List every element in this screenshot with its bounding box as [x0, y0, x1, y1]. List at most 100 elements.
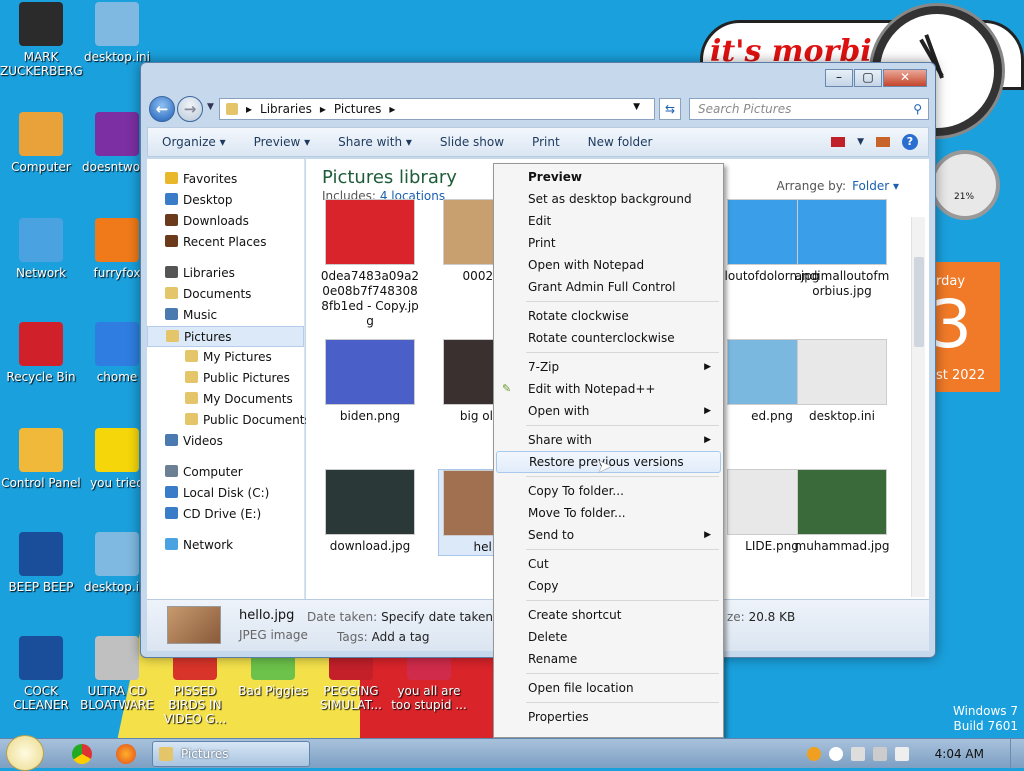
- sidebar-item-label: Music: [183, 308, 218, 322]
- sidebar-item[interactable]: My Documents: [147, 389, 304, 410]
- scrollbar-thumb[interactable]: [914, 257, 924, 347]
- sidebar-item[interactable]: Favorites: [147, 169, 304, 190]
- vertical-scrollbar[interactable]: [911, 217, 925, 597]
- context-menu-item[interactable]: Properties: [496, 706, 721, 728]
- sidebar-item[interactable]: Videos: [147, 431, 304, 452]
- context-menu-item[interactable]: Create shortcut: [496, 604, 721, 626]
- sidebar-item[interactable]: Downloads: [147, 211, 304, 232]
- arrange-by-dropdown[interactable]: Folder ▾: [852, 179, 899, 193]
- sidebar-item[interactable]: Recent Places: [147, 232, 304, 253]
- forward-button[interactable]: →: [177, 96, 203, 122]
- sidebar-item[interactable]: Public Documents: [147, 410, 311, 431]
- sidebar-item[interactable]: Libraries: [147, 263, 304, 284]
- file-tile[interactable]: 0dea7483a09a20e08b7f7483088fb1ed - Copy.…: [320, 199, 420, 329]
- context-menu-item[interactable]: Rotate counterclockwise: [496, 327, 721, 349]
- sidebar-item[interactable]: CD Drive (E:): [147, 504, 304, 525]
- context-menu-item[interactable]: 7-Zip ▶: [496, 356, 721, 378]
- menu-separator: [526, 600, 719, 601]
- help-icon[interactable]: ?: [902, 134, 918, 150]
- desktop-icon[interactable]: BEEP BEEP: [0, 532, 82, 594]
- file-tile[interactable]: download.jpg: [320, 469, 420, 554]
- context-menu-item[interactable]: Set as desktop background: [496, 188, 721, 210]
- menu-item-label: Copy: [528, 579, 559, 593]
- recent-pages-dropdown-icon[interactable]: ▼: [207, 102, 214, 112]
- context-menu-item[interactable]: Delete: [496, 626, 721, 648]
- new-folder-button[interactable]: New folder: [574, 135, 667, 149]
- context-menu-item[interactable]: Open with ▶: [496, 400, 721, 422]
- start-button[interactable]: [6, 735, 44, 771]
- context-menu-item[interactable]: Rename: [496, 648, 721, 670]
- power-tray-icon[interactable]: [850, 747, 865, 761]
- context-menu-item[interactable]: Preview: [496, 166, 721, 188]
- context-menu-item[interactable]: Share with ▶: [496, 429, 721, 451]
- chrome-taskbar-icon[interactable]: [72, 744, 92, 764]
- menu-item-label: Move To folder...: [528, 506, 626, 520]
- sidebar-item-label: Public Documents: [203, 413, 311, 427]
- context-menu-item[interactable]: Open with Notepad: [496, 254, 721, 276]
- refresh-button[interactable]: ⇆: [659, 98, 681, 120]
- desktop-icon[interactable]: Computer: [0, 112, 82, 174]
- file-tile[interactable]: muhammad.jpg: [792, 469, 892, 554]
- window-controls: – ▢ ✕: [824, 69, 927, 87]
- file-thumbnail: [797, 199, 887, 265]
- desktop-icon[interactable]: MARK ZUCKERBERG: [0, 2, 83, 78]
- file-tile[interactable]: andimalloutofmorbius.jpg: [792, 199, 892, 299]
- flag-tray-icon[interactable]: [828, 747, 843, 761]
- context-menu-item[interactable]: Move To folder...: [496, 502, 721, 524]
- tags-value[interactable]: Add a tag: [372, 630, 430, 644]
- sidebar-item[interactable]: Pictures: [147, 326, 304, 347]
- volume-tray-icon[interactable]: [894, 747, 909, 761]
- sidebar-item[interactable]: Desktop: [147, 190, 304, 211]
- context-menu-item[interactable]: Edit: [496, 210, 721, 232]
- show-desktop-button[interactable]: [1010, 739, 1024, 769]
- context-menu-item[interactable]: Print: [496, 232, 721, 254]
- context-menu-item[interactable]: Grant Admin Full Control: [496, 276, 721, 298]
- sidebar-item[interactable]: Network: [147, 535, 304, 556]
- sidebar-item[interactable]: Documents: [147, 284, 304, 305]
- sidebar-item[interactable]: Local Disk (C:): [147, 483, 304, 504]
- organize-button[interactable]: Organize ▾: [148, 135, 240, 149]
- context-menu-item[interactable]: Copy To folder...: [496, 480, 721, 502]
- change-view-icon[interactable]: [831, 137, 846, 147]
- back-button[interactable]: ←: [149, 96, 175, 122]
- firefox-taskbar-icon[interactable]: [116, 744, 136, 764]
- menu-item-label: Delete: [528, 630, 568, 644]
- search-input[interactable]: Search Pictures ⚲: [689, 98, 929, 120]
- context-menu-item[interactable]: Open file location: [496, 677, 721, 699]
- date-taken-value[interactable]: Specify date taken: [381, 610, 493, 624]
- context-menu-item[interactable]: Copy: [496, 575, 721, 597]
- desktop-icon[interactable]: COCK CLEANER: [0, 636, 82, 712]
- sidebar-item[interactable]: Public Pictures: [147, 368, 304, 389]
- desktop-icon[interactable]: Network: [0, 218, 82, 280]
- context-menu-item[interactable]: Send to ▶: [496, 524, 721, 546]
- minimize-button[interactable]: –: [825, 69, 853, 87]
- address-row: ← → ▼ ▸ Libraries ▸ Pictures ▸ ▼ ⇆ Searc…: [147, 95, 929, 123]
- sidebar-item[interactable]: Computer: [147, 462, 304, 483]
- print-button[interactable]: Print: [518, 135, 574, 149]
- desktop-icon[interactable]: Recycle Bin: [0, 322, 82, 384]
- network-tray-icon[interactable]: [872, 747, 887, 761]
- breadcrumb-libraries[interactable]: Libraries: [260, 102, 312, 116]
- close-button[interactable]: ✕: [883, 69, 927, 87]
- context-menu-item[interactable]: Rotate clockwise: [496, 305, 721, 327]
- preview-pane-icon[interactable]: [876, 137, 890, 147]
- context-menu-item[interactable]: Cut: [496, 553, 721, 575]
- address-bar[interactable]: ▸ Libraries ▸ Pictures ▸ ▼: [219, 98, 655, 120]
- breadcrumb-pictures[interactable]: Pictures: [334, 102, 382, 116]
- file-tile[interactable]: biden.png: [320, 339, 420, 424]
- maximize-button[interactable]: ▢: [854, 69, 882, 87]
- slide-show-button[interactable]: Slide show: [426, 135, 518, 149]
- desktop-icon[interactable]: desktop.ini: [76, 2, 158, 64]
- context-menu-item[interactable]: Edit with Notepad++ ✎: [496, 378, 721, 400]
- address-dropdown-icon[interactable]: ▼: [633, 102, 640, 112]
- taskbar-clock[interactable]: 4:04 AM: [935, 747, 984, 761]
- share-with-button[interactable]: Share with ▾: [324, 135, 426, 149]
- sidebar-item[interactable]: Music: [147, 305, 304, 326]
- view-dropdown-icon[interactable]: ▼: [857, 137, 864, 147]
- search-tray-icon[interactable]: [806, 747, 821, 761]
- desktop-icon[interactable]: Control Panel: [0, 428, 82, 490]
- sidebar-item[interactable]: My Pictures: [147, 347, 304, 368]
- file-tile[interactable]: desktop.ini: [792, 339, 892, 424]
- preview-button[interactable]: Preview ▾: [240, 135, 325, 149]
- taskbar-pictures-window[interactable]: Pictures: [152, 741, 310, 767]
